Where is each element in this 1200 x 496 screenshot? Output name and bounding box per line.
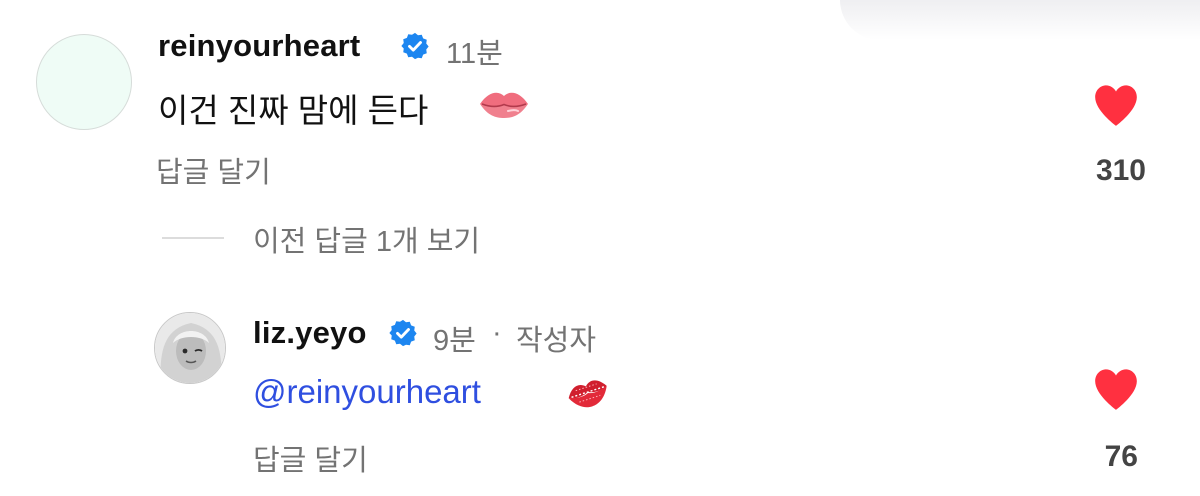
reply-reply-button[interactable]: 답글 달기 xyxy=(253,437,368,479)
comment-text: 이건 진짜 맘에 든다 xyxy=(158,92,429,129)
comment-reply-button[interactable]: 답글 달기 xyxy=(156,149,271,191)
heart-like-icon[interactable] xyxy=(1091,366,1141,412)
verified-badge-icon xyxy=(401,32,429,60)
reply-mention-link[interactable]: @reinyourheart xyxy=(253,373,481,411)
meta-separator-dot: · xyxy=(492,317,502,349)
reply-time: 9분 xyxy=(433,325,476,357)
verified-badge-icon xyxy=(389,319,417,347)
lips-emoji-icon xyxy=(480,92,528,118)
reply-username[interactable]: liz.yeyo xyxy=(253,315,367,351)
comment-like-count: 310 xyxy=(1095,154,1146,187)
top-edge-shadow xyxy=(840,0,1200,40)
comment-time: 11분 xyxy=(446,38,503,70)
replies-divider-line xyxy=(162,237,224,239)
kiss-mark-emoji-icon xyxy=(568,380,607,408)
author-label: 작성자 xyxy=(516,325,597,357)
view-previous-replies-button[interactable]: 이전 답글 1개 보기 xyxy=(253,218,480,260)
comment-username[interactable]: reinyourheart xyxy=(158,28,360,64)
avatar-liz-yeyo[interactable] xyxy=(154,312,226,384)
reply-like-count: 76 xyxy=(1104,440,1138,473)
heart-like-icon[interactable] xyxy=(1091,82,1141,128)
avatar-reinyourheart[interactable] xyxy=(36,34,132,130)
